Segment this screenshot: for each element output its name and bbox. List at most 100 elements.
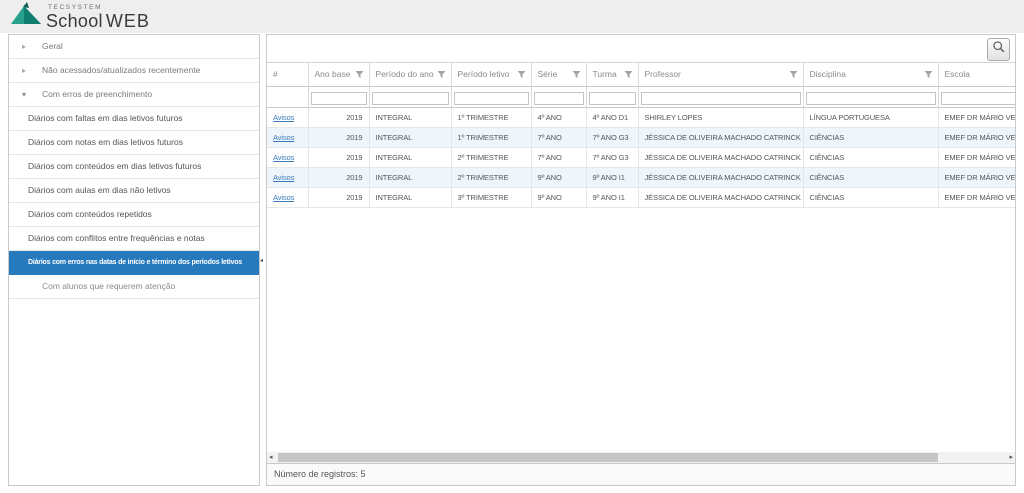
table-row: Avisos 2019 INTEGRAL 2º TRIMESTRE 9º ANO… <box>267 167 1015 187</box>
cell-periodo-letivo: 1º TRIMESTRE <box>451 127 531 147</box>
avisos-link[interactable]: Avisos <box>273 173 294 182</box>
cell-periodo-do-ano: INTEGRAL <box>369 147 451 167</box>
sidebar-group-label: Geral <box>42 41 63 51</box>
filter-funnel-icon[interactable] <box>437 70 446 81</box>
cell-serie: 4º ANO <box>531 107 586 127</box>
cell-disciplina: CIÊNCIAS <box>803 127 938 147</box>
cell-escola: EMEF DR MÁRIO VELLI <box>938 187 1015 207</box>
sidebar-item-conteudos-dias-futuros[interactable]: Diários com conteúdos em dias letivos fu… <box>9 155 259 179</box>
sidebar-item-faltas-dias-futuros[interactable]: Diários com faltas em dias letivos futur… <box>9 107 259 131</box>
table-row: Avisos 2019 INTEGRAL 3º TRIMESTRE 9º ANO… <box>267 187 1015 207</box>
sidebar-item-conflitos-frequencias-notas[interactable]: Diários com conflitos entre frequências … <box>9 227 259 251</box>
chevron-right-icon: ▸ <box>22 59 26 82</box>
filter-funnel-icon[interactable] <box>517 70 526 81</box>
column-header-serie[interactable]: Série <box>531 63 586 86</box>
sidebar-nav: ▸ Geral ▸ Não acessados/atualizados rece… <box>8 34 260 486</box>
sidebar-item-label: Diários com faltas em dias letivos futur… <box>28 113 182 123</box>
filter-funnel-icon[interactable] <box>572 70 581 81</box>
cell-ano-base: 2019 <box>308 167 369 187</box>
column-header-escola[interactable]: Escola <box>938 63 1015 86</box>
sidebar-item-label: Diários com conteúdos repetidos <box>28 209 152 219</box>
cell-turma: 9º ANO I1 <box>586 187 638 207</box>
cell-turma: 7º ANO G3 <box>586 127 638 147</box>
column-header-disciplina[interactable]: Disciplina <box>803 63 938 86</box>
cell-disciplina: CIÊNCIAS <box>803 187 938 207</box>
cell-serie: 9º ANO <box>531 187 586 207</box>
filter-funnel-icon[interactable] <box>789 70 798 81</box>
cell-turma: 9º ANO I1 <box>586 167 638 187</box>
cell-periodo-do-ano: INTEGRAL <box>369 127 451 147</box>
cell-periodo-do-ano: INTEGRAL <box>369 187 451 207</box>
filter-funnel-icon[interactable] <box>924 70 933 81</box>
scroll-right-icon[interactable]: ▸ <box>1009 453 1013 462</box>
filter-input-periodo-do-ano[interactable] <box>372 92 449 105</box>
app-logo: Tecsystem SchoolWEB <box>10 3 150 30</box>
filter-funnel-icon[interactable] <box>355 70 364 81</box>
sidebar-group-nao-acessados[interactable]: ▸ Não acessados/atualizados recentemente <box>9 59 259 83</box>
cell-turma: 7º ANO G3 <box>586 147 638 167</box>
cell-professor: JÉSSICA DE OLIVEIRA MACHADO CATRINCK <box>638 147 803 167</box>
sidebar-group-geral[interactable]: ▸ Geral <box>9 35 259 59</box>
cell-periodo-letivo: 2º TRIMESTRE <box>451 147 531 167</box>
sidebar-item-erros-datas-periodos-selected[interactable]: Diários com erros nas datas de início e … <box>9 251 259 275</box>
cell-disciplina: CIÊNCIAS <box>803 147 938 167</box>
sidebar-group-com-erros[interactable]: ▾ Com erros de preenchimento <box>9 83 259 107</box>
chevron-down-icon: ▾ <box>22 83 26 106</box>
filter-input-turma[interactable] <box>589 92 636 105</box>
column-header-ano-base[interactable]: Ano base <box>308 63 369 86</box>
column-header-turma[interactable]: Turma <box>586 63 638 86</box>
cell-serie: 7º ANO <box>531 147 586 167</box>
cell-ano-base: 2019 <box>308 127 369 147</box>
scrollbar-thumb[interactable] <box>278 453 938 462</box>
column-header-periodo-letivo[interactable]: Período letivo <box>451 63 531 86</box>
filter-input-escola[interactable] <box>941 92 1016 105</box>
horizontal-scrollbar[interactable]: ◂ ▸ <box>267 452 1015 463</box>
column-header-label: Série <box>538 69 558 79</box>
main-panel: # Ano base Período do ano Período letivo… <box>266 34 1016 486</box>
filter-input-periodo-letivo[interactable] <box>454 92 529 105</box>
search-icon <box>992 40 1006 59</box>
column-header-periodo-do-ano[interactable]: Período do ano <box>369 63 451 86</box>
grid-filter-row <box>267 86 1015 107</box>
logo-product-web: WEB <box>106 11 150 31</box>
sidebar-item-notas-dias-futuros[interactable]: Diários com notas em dias letivos futuro… <box>9 131 259 155</box>
sidebar-item-label: Com alunos que requerem atenção <box>42 281 175 291</box>
cell-professor: JÉSSICA DE OLIVEIRA MACHADO CATRINCK <box>638 187 803 207</box>
cell-periodo-do-ano: INTEGRAL <box>369 167 451 187</box>
sidebar-item-aulas-dias-nao-letivos[interactable]: Diários com aulas em dias não letivos <box>9 179 259 203</box>
cell-disciplina: CIÊNCIAS <box>803 167 938 187</box>
cell-serie: 9º ANO <box>531 167 586 187</box>
cell-periodo-letivo: 2º TRIMESTRE <box>451 167 531 187</box>
column-header-label: Professor <box>645 69 681 79</box>
scroll-left-icon[interactable]: ◂ <box>269 453 273 462</box>
column-header-label: Escola <box>945 69 971 79</box>
sidebar-item-alunos-requerem-atencao[interactable]: Com alunos que requerem atenção <box>9 275 259 299</box>
top-header-band: Tecsystem SchoolWEB <box>0 0 1024 33</box>
filter-input-ano-base[interactable] <box>311 92 367 105</box>
grid-toolbar <box>267 35 1015 62</box>
search-button[interactable] <box>987 38 1010 61</box>
column-header-professor[interactable]: Professor <box>638 63 803 86</box>
splitter-collapse-icon[interactable]: ◂ <box>260 257 263 264</box>
filter-input-serie[interactable] <box>534 92 584 105</box>
cell-professor: JÉSSICA DE OLIVEIRA MACHADO CATRINCK <box>638 167 803 187</box>
avisos-link[interactable]: Avisos <box>273 153 294 162</box>
avisos-link[interactable]: Avisos <box>273 133 294 142</box>
filter-cell-number <box>267 86 308 107</box>
column-header-label: Disciplina <box>810 69 846 79</box>
avisos-link[interactable]: Avisos <box>273 193 294 202</box>
column-header-label: Período letivo <box>458 69 510 79</box>
sidebar-item-label: Diários com aulas em dias não letivos <box>28 185 171 195</box>
filter-input-disciplina[interactable] <box>806 92 936 105</box>
filter-input-professor[interactable] <box>641 92 801 105</box>
cell-ano-base: 2019 <box>308 107 369 127</box>
logo-product-school: School <box>46 11 103 31</box>
cell-ano-base: 2019 <box>308 187 369 207</box>
data-grid: # Ano base Período do ano Período letivo… <box>267 62 1015 211</box>
cell-serie: 7º ANO <box>531 127 586 147</box>
filter-funnel-icon[interactable] <box>624 70 633 81</box>
avisos-link[interactable]: Avisos <box>273 113 294 122</box>
records-count: Número de registros: 5 <box>267 463 1015 485</box>
sidebar-item-conteudos-repetidos[interactable]: Diários com conteúdos repetidos <box>9 203 259 227</box>
column-header-number[interactable]: # <box>267 63 308 86</box>
